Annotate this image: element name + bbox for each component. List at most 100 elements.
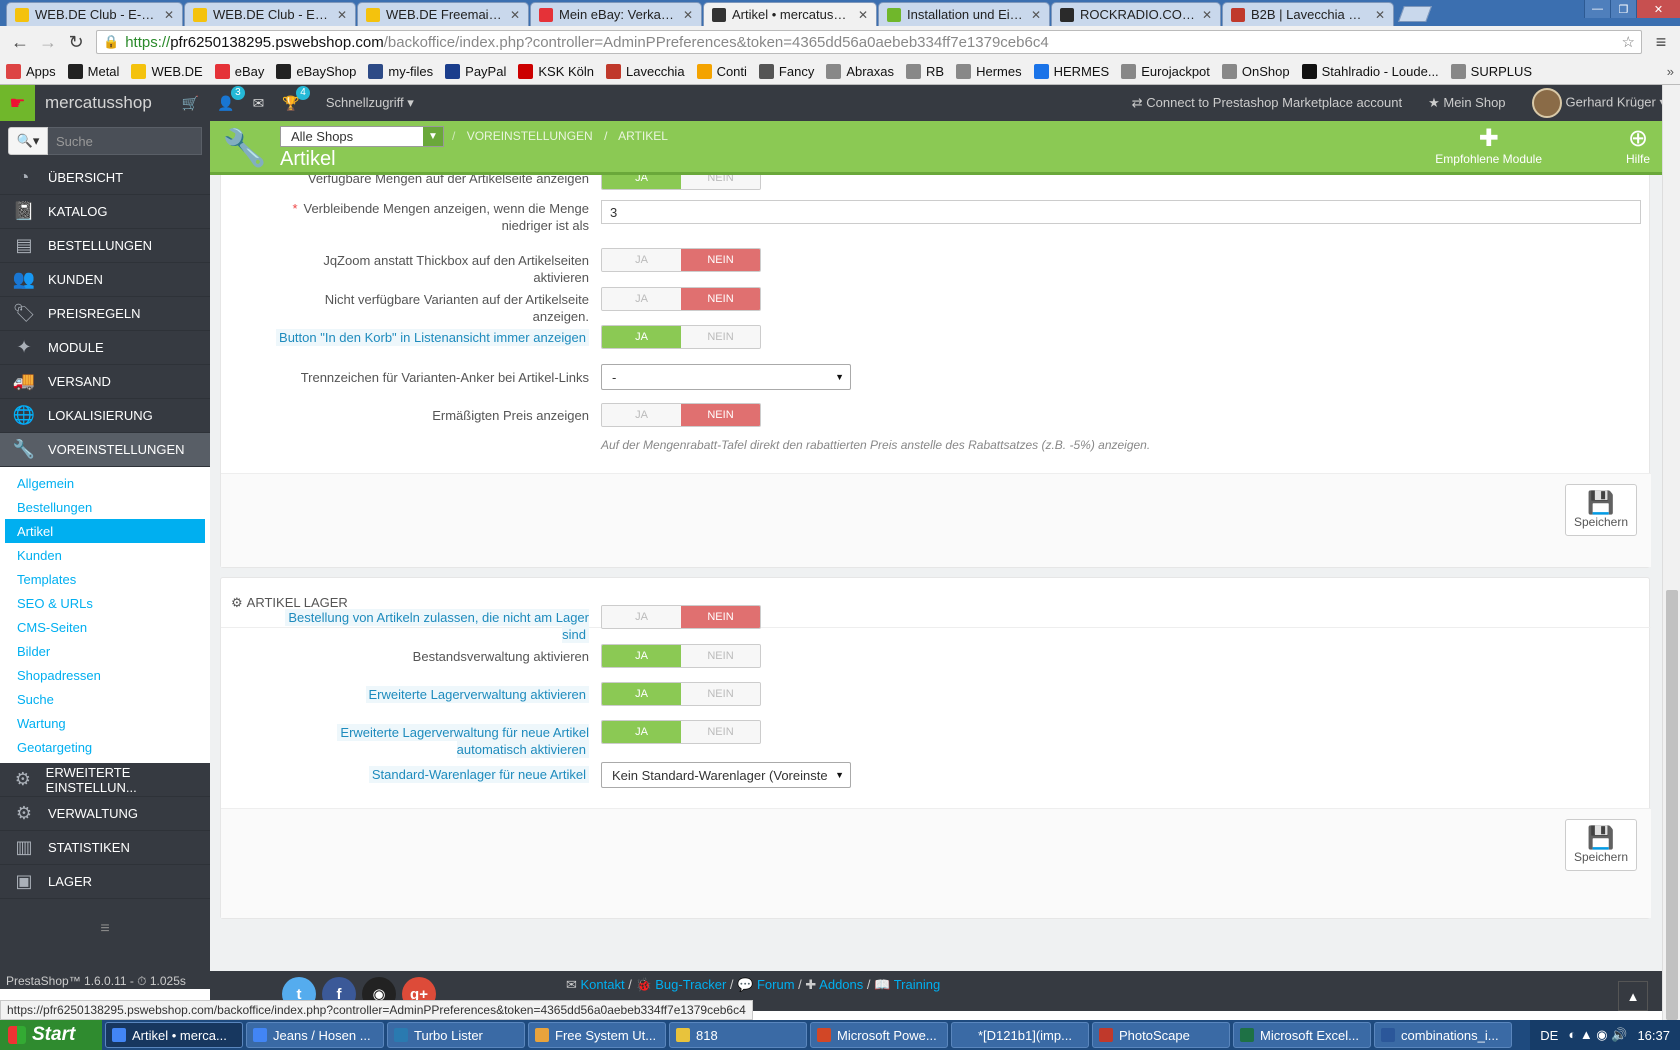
yes-no-switch[interactable]: JA NEIN [601, 325, 761, 349]
submenu-item[interactable]: Bestellungen [5, 495, 205, 519]
bookmark-item[interactable]: PayPal [445, 63, 506, 79]
bookmark-item[interactable]: Eurojackpot [1121, 63, 1210, 79]
shop-select[interactable]: Alle Shops ▼ [280, 126, 444, 147]
taskbar-button[interactable]: 818 [669, 1022, 807, 1048]
sidebar-item-module[interactable]: ✦ MODULE [0, 331, 210, 365]
submenu-item[interactable]: Shopadressen [5, 663, 205, 687]
sidebar-item[interactable]: ⚙ ERWEITERTE EINSTELLUN... [0, 763, 210, 797]
yes-no-switch[interactable]: JA NEIN [601, 248, 761, 272]
taskbar-button[interactable]: Microsoft Excel... [1233, 1022, 1371, 1048]
tray-icons[interactable]: ◐ ▲ ◉ 🔊 [1568, 1027, 1627, 1043]
submenu-item[interactable]: Geotargeting [5, 735, 205, 759]
select-field[interactable]: - ▼ [601, 364, 851, 390]
taskbar-button[interactable]: Turbo Lister [387, 1022, 525, 1048]
switch-no[interactable]: NEIN [681, 404, 760, 426]
footer-link[interactable]: Bug-Tracker [655, 977, 726, 992]
forward-button[interactable]: → [34, 29, 62, 55]
prestashop-logo[interactable]: ☛ [0, 85, 35, 121]
switch-no[interactable]: NEIN [681, 606, 760, 628]
close-window-button[interactable]: ✕ [1636, 0, 1680, 18]
submenu-item[interactable]: Suche [5, 687, 205, 711]
breadcrumb-item[interactable]: ARTIKEL [618, 129, 668, 143]
language-indicator[interactable]: DE [1540, 1028, 1558, 1043]
bookmark-item[interactable]: WEB.DE [131, 63, 203, 79]
bookmark-item[interactable]: Hermes [956, 63, 1022, 79]
user-menu[interactable]: Gerhard Krüger ▾ [1531, 88, 1666, 118]
sidebar-item-lokalisierung[interactable]: 🌐 LOKALISIERUNG [0, 399, 210, 433]
help-button[interactable]: ⊕ Hilfe [1626, 124, 1650, 166]
close-tab-icon[interactable]: ✕ [164, 8, 174, 22]
sidebar-item-übersicht[interactable]: ◔ ÜBERSICHT [0, 161, 210, 195]
marketplace-link[interactable]: ⇄ Connect to Prestashop Marketplace acco… [1132, 95, 1402, 111]
bookmark-item[interactable]: Metal [67, 63, 119, 79]
bookmark-item[interactable]: OnShop [1221, 63, 1290, 79]
switch-no[interactable]: NEIN [681, 249, 760, 271]
browser-menu-icon[interactable]: ≡ [1648, 32, 1674, 53]
vertical-scrollbar[interactable] [1662, 85, 1680, 1020]
taskbar-button[interactable]: Microsoft Powe... [810, 1022, 948, 1048]
bookmark-item[interactable]: eBayShop [276, 63, 356, 79]
close-tab-icon[interactable]: ✕ [683, 8, 693, 22]
browser-tab[interactable]: Installation und Einrich ✕ [878, 2, 1050, 26]
sidebar-item[interactable]: ▣ LAGER [0, 865, 210, 899]
collapse-menu-icon[interactable]: ≡ [0, 899, 210, 959]
switch-yes[interactable]: JA [602, 721, 681, 743]
submenu-item[interactable]: Allgemein [5, 471, 205, 495]
switch-yes[interactable]: JA [602, 404, 681, 426]
bookmark-item[interactable]: eBay [214, 63, 264, 79]
close-tab-icon[interactable]: ✕ [510, 8, 520, 22]
minimize-button[interactable]: — [1584, 0, 1610, 18]
switch-no[interactable]: NEIN [681, 645, 760, 667]
back-button[interactable]: ← [6, 29, 34, 55]
bookmark-item[interactable]: my-files [368, 63, 433, 79]
sidebar-item-preisregeln[interactable]: 🏷 PREISREGELN [0, 297, 210, 331]
bookmark-item[interactable]: Apps [6, 63, 56, 79]
browser-tab[interactable]: WEB.DE Club - E-Mail n ✕ [184, 2, 356, 26]
sidebar-item-versand[interactable]: 🚚 VERSAND [0, 365, 210, 399]
sidebar-item[interactable]: ▥ STATISTIKEN [0, 831, 210, 865]
bookmark-item[interactable]: KSK Köln [518, 63, 594, 79]
browser-tab[interactable]: WEB.DE Freemail - E-M ✕ [357, 2, 529, 26]
switch-yes[interactable]: JA [602, 249, 681, 271]
switch-yes[interactable]: JA [602, 606, 681, 628]
bookmark-item[interactable]: Conti [696, 63, 747, 79]
taskbar-button[interactable]: Artikel • merca... [105, 1022, 243, 1048]
submenu-item[interactable]: Kunden [5, 543, 205, 567]
switch-no[interactable]: NEIN [681, 721, 760, 743]
close-tab-icon[interactable]: ✕ [1031, 8, 1041, 22]
switch-yes[interactable]: JA [602, 645, 681, 667]
switch-yes[interactable]: JA [602, 288, 681, 310]
select-field[interactable]: Kein Standard-Warenlager (Voreinste ▼ [601, 762, 851, 788]
submenu-item[interactable]: Bilder [5, 639, 205, 663]
taskbar-button[interactable]: PhotoScape [1092, 1022, 1230, 1048]
footer-link[interactable]: Addons [819, 977, 863, 992]
bookmarks-more-icon[interactable]: » [1667, 64, 1674, 79]
switch-no[interactable]: NEIN [681, 326, 760, 348]
submenu-item[interactable]: CMS-Seiten [5, 615, 205, 639]
cart-icon[interactable]: 🛒 [182, 95, 199, 112]
my-shop-link[interactable]: ★ Mein Shop [1428, 95, 1505, 111]
save-button[interactable]: 💾 Speichern [1565, 819, 1637, 871]
scroll-top-button[interactable]: ▲ [1618, 981, 1648, 1011]
footer-link[interactable]: Forum [757, 977, 795, 992]
close-tab-icon[interactable]: ✕ [1375, 8, 1385, 22]
browser-tab[interactable]: Mein eBay: Verkaufsm ✕ [530, 2, 702, 26]
browser-tab[interactable]: WEB.DE Club - E-Mail n ✕ [6, 2, 183, 26]
switch-no[interactable]: NEIN [681, 175, 760, 189]
browser-tab[interactable]: B2B | Lavecchia Übergr ✕ [1222, 2, 1394, 26]
sidebar-item[interactable]: ⚙ VERWALTUNG [0, 797, 210, 831]
browser-tab[interactable]: Artikel • mercatusshop ✕ [703, 2, 877, 26]
start-button[interactable]: Start [0, 1020, 102, 1050]
yes-no-switch[interactable]: JA NEIN [601, 682, 761, 706]
quick-access-menu[interactable]: Schnellzugriff ▾ [326, 95, 414, 111]
bookmark-item[interactable]: HERMES [1033, 63, 1109, 79]
bookmark-item[interactable]: Fancy [758, 63, 814, 79]
new-tab-button[interactable] [1398, 6, 1432, 22]
bookmark-item[interactable]: RB [906, 63, 944, 79]
bookmark-item[interactable]: Abraxas [826, 63, 894, 79]
submenu-item[interactable]: SEO & URLs [5, 591, 205, 615]
url-field[interactable]: 🔒 https://pfr6250138295.pswebshop.com/ba… [96, 30, 1642, 54]
messages-icon[interactable]: ✉ [253, 95, 265, 112]
taskbar-button[interactable]: *[D121b1](imp... [951, 1022, 1089, 1048]
yes-no-switch[interactable]: JA NEIN [601, 175, 761, 190]
